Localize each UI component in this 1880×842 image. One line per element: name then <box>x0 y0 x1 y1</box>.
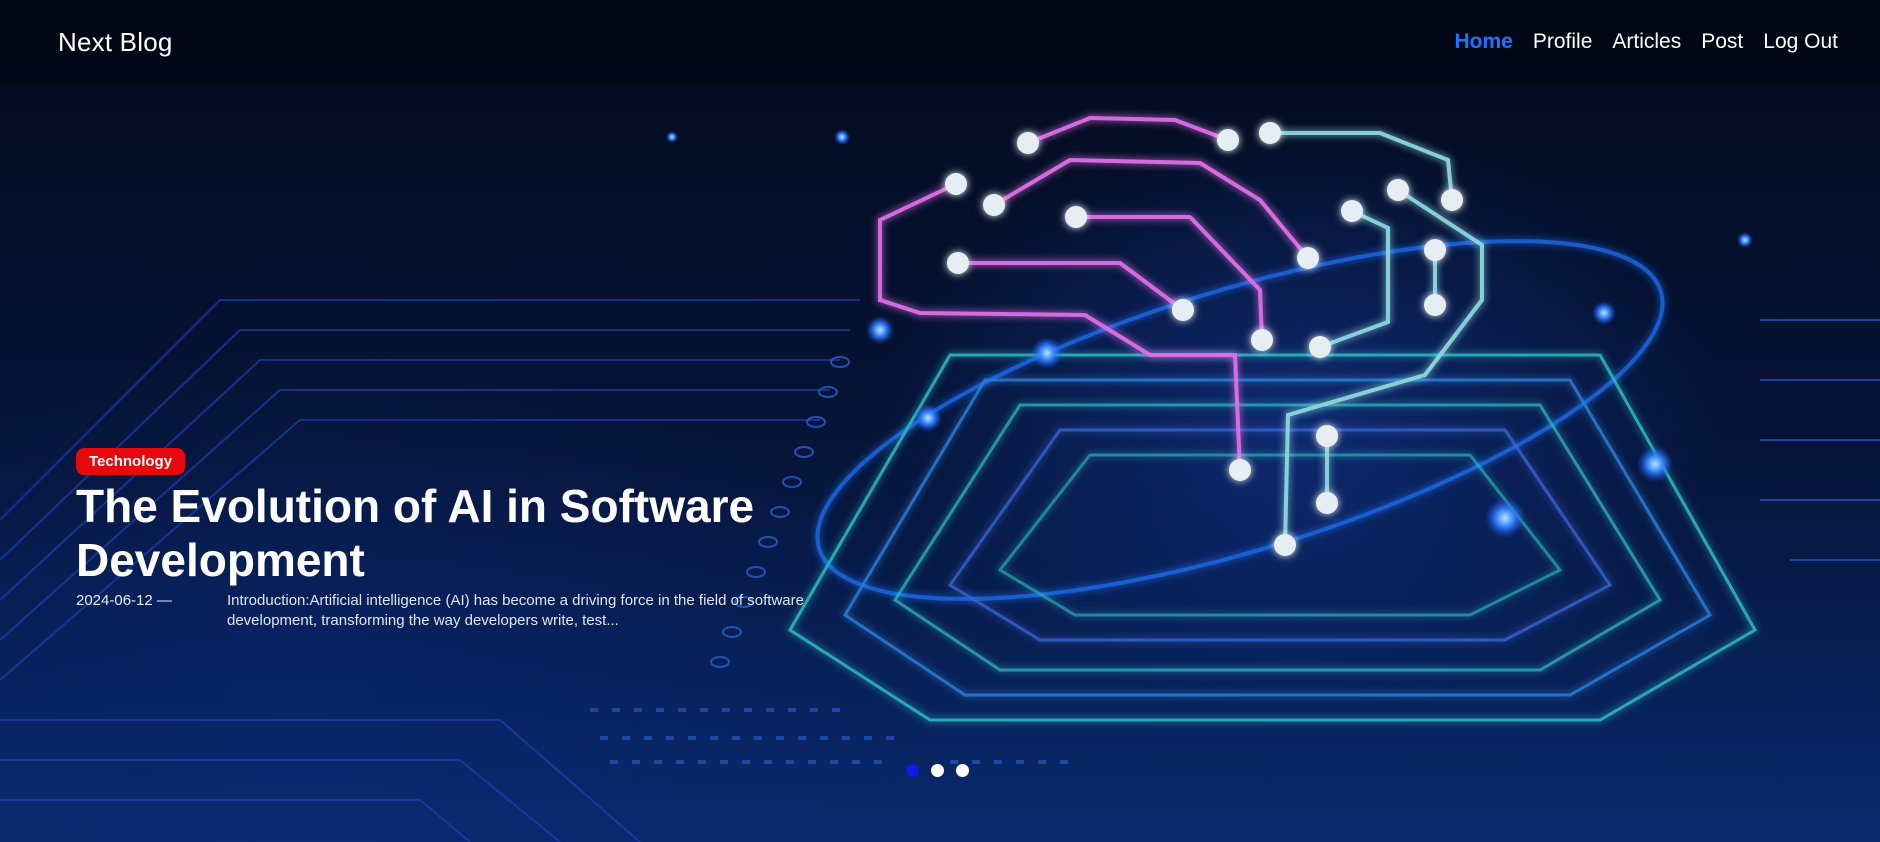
nav-post[interactable]: Post <box>1701 30 1743 54</box>
date-separator: — <box>156 592 172 609</box>
featured-post: Technology The Evolution of AI in Softwa… <box>76 448 876 631</box>
category-badge[interactable]: Technology <box>76 448 186 475</box>
site-header: Next Blog Home Profile Articles Post Log… <box>0 0 1880 84</box>
post-title[interactable]: The Evolution of AI in Software Developm… <box>76 479 796 587</box>
main-nav: Home Profile Articles Post Log Out <box>1454 30 1838 54</box>
ai-brain-circuit-image <box>0 115 1880 842</box>
post-meta: 2024-06-12 — Introduction:Artificial int… <box>76 591 876 631</box>
nav-profile[interactable]: Profile <box>1533 30 1593 54</box>
post-date-block: 2024-06-12 — <box>76 591 227 611</box>
hero-carousel: Next Blog Home Profile Articles Post Log… <box>0 0 1880 842</box>
carousel-dot-1[interactable] <box>906 764 919 777</box>
nav-home[interactable]: Home <box>1454 30 1512 54</box>
carousel-dot-2[interactable] <box>931 764 944 777</box>
carousel-dot-3[interactable] <box>956 764 969 777</box>
nav-log-out[interactable]: Log Out <box>1763 30 1838 54</box>
post-excerpt: Introduction:Artificial intelligence (AI… <box>227 592 804 629</box>
carousel-pagination <box>906 764 969 777</box>
brand-logo-link[interactable]: Next Blog <box>58 27 173 58</box>
nav-articles[interactable]: Articles <box>1612 30 1681 54</box>
post-date: 2024-06-12 <box>76 592 153 609</box>
